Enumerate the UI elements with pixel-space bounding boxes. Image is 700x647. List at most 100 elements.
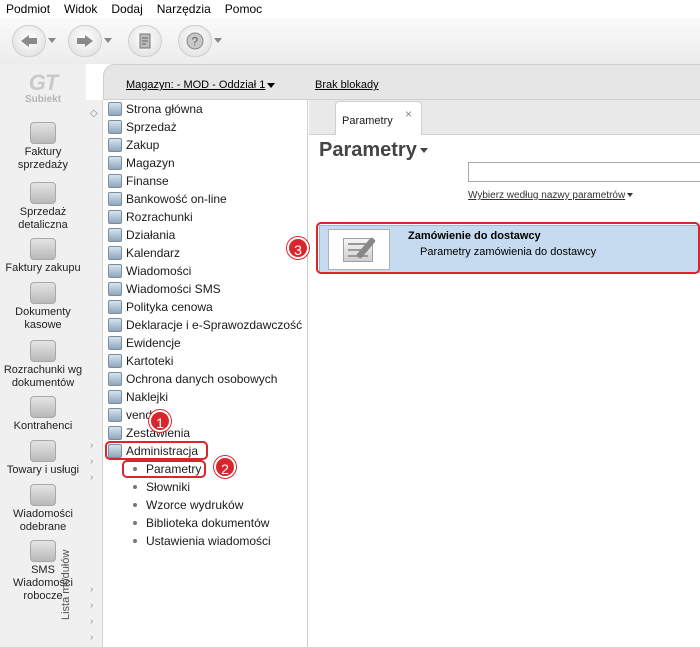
chevron-right-icon[interactable]: ›	[90, 472, 93, 483]
forward-button[interactable]	[68, 25, 102, 57]
back-button[interactable]	[12, 25, 46, 57]
bullet-icon	[133, 539, 137, 543]
nav-wiadomosci-sms[interactable]: Wiadomości SMS	[108, 280, 221, 298]
nav-deklaracje[interactable]: Deklaracje i e-Sprawozdawczość	[108, 316, 302, 334]
subnav-ustawienia-wiadomosci[interactable]: Ustawienia wiadomości	[133, 532, 271, 550]
menu-dodaj[interactable]: Dodaj	[104, 2, 149, 16]
subnav-biblioteka[interactable]: Biblioteka dokumentów	[133, 514, 269, 532]
app-label: Dokumenty kasowe	[15, 306, 71, 331]
lock-status-link[interactable]: Brak blokady	[315, 79, 379, 91]
chevron-right-icon[interactable]: ›	[90, 600, 93, 611]
purchase-icon	[30, 238, 56, 260]
app-faktury-zakupu[interactable]: Faktury zakupu	[0, 238, 86, 275]
chevron-right-icon[interactable]: ›	[90, 440, 93, 451]
messages-icon	[108, 264, 122, 278]
step-badge-3: 3	[287, 237, 309, 259]
highlight-zamowienie-row	[316, 222, 700, 274]
nav-ewidencje[interactable]: Ewidencje	[108, 334, 181, 352]
subnav-wzorce-wydrukow[interactable]: Wzorce wydruków	[133, 496, 243, 514]
inbox-icon	[30, 484, 56, 506]
app-sms-robocze[interactable]: SMS Wiadomości robocze	[0, 540, 86, 603]
home-icon	[108, 102, 122, 116]
menu-bar: Podmiot Widok Dodaj Narzędzia Pomoc	[0, 0, 700, 18]
declaration-icon	[108, 318, 122, 332]
app-kontrahenci[interactable]: Kontrahenci	[0, 396, 86, 433]
menu-podmiot[interactable]: Podmiot	[0, 2, 57, 16]
tasks-icon	[108, 228, 122, 242]
highlight-parametry	[122, 460, 206, 478]
app-wiadomosci-odebrane[interactable]: Wiadomości odebrane	[0, 484, 86, 534]
back-dropdown-icon[interactable]	[48, 38, 56, 43]
nav-magazyn[interactable]: Magazyn	[108, 154, 175, 172]
nav-bankowosc[interactable]: Bankowość on-line	[108, 190, 227, 208]
nav-ochrona-danych[interactable]: Ochrona danych osobowych	[108, 370, 277, 388]
chevron-down-icon	[627, 193, 634, 198]
notes-icon	[139, 33, 151, 49]
nav-sprzedaz[interactable]: Sprzedaż	[108, 118, 177, 136]
subnav-slowniki[interactable]: Słowniki	[133, 478, 190, 496]
app-label: Faktury sprzedaży	[17, 146, 69, 171]
forward-arrow-icon	[77, 35, 93, 47]
page-title[interactable]: Parametry	[319, 139, 428, 162]
goods-icon	[30, 440, 56, 462]
report-icon	[108, 426, 122, 440]
warehouse-bar: Magazyn: - MOD - Oddział 1 Brak blokady	[103, 64, 700, 100]
warehouse-selector[interactable]: Magazyn: - MOD - Oddział 1	[126, 79, 276, 91]
menu-widok[interactable]: Widok	[57, 2, 104, 16]
help-button[interactable]: ?	[178, 25, 212, 57]
shield-icon	[108, 372, 122, 386]
sms-icon	[30, 540, 56, 562]
bank-icon	[108, 192, 122, 206]
forward-dropdown-icon[interactable]	[104, 38, 112, 43]
nav-finanse[interactable]: Finanse	[108, 172, 169, 190]
nav-strona-glowna[interactable]: Strona główna	[108, 100, 203, 118]
app-label: SMS Wiadomości robocze	[13, 564, 73, 602]
parameter-search-input[interactable]	[468, 162, 700, 182]
nav-zakup[interactable]: Zakup	[108, 136, 159, 154]
menu-narzedzia[interactable]: Narzędzia	[150, 2, 218, 16]
app-label: Rozrachunki wg dokumentów	[3, 364, 83, 389]
help-dropdown-icon[interactable]	[214, 38, 222, 43]
bullet-icon	[133, 503, 137, 507]
app-rozrachunki[interactable]: Rozrachunki wg dokumentów	[0, 340, 86, 390]
menu-pomoc[interactable]: Pomoc	[218, 2, 269, 16]
step-badge-2: 2	[214, 456, 236, 478]
modules-strip[interactable]: ◇ › › › › › › › Lista modułów	[60, 100, 103, 647]
chevron-right-icon[interactable]: ›	[90, 584, 93, 595]
retail-icon	[30, 182, 56, 204]
app-label: Faktury zakupu	[5, 262, 81, 274]
nav-dzialania[interactable]: Działania	[108, 226, 175, 244]
settlement-icon	[108, 210, 122, 224]
chevron-right-icon[interactable]: ›	[90, 632, 93, 643]
app-towary-i-uslugi[interactable]: Towary i usługi	[0, 440, 86, 477]
pin-icon[interactable]: ◇	[90, 108, 98, 119]
invoice-icon	[30, 122, 56, 144]
highlight-administracja	[105, 441, 208, 460]
register-icon	[108, 336, 122, 350]
subiekt-logo: GT Subiekt	[24, 70, 62, 106]
app-dokumenty-kasowe[interactable]: Dokumenty kasowe	[0, 282, 86, 332]
notes-button[interactable]	[128, 25, 162, 57]
bullet-icon	[133, 521, 137, 525]
nav-rozrachunki[interactable]: Rozrachunki	[108, 208, 193, 226]
finance-icon	[108, 174, 122, 188]
warehouse-icon	[108, 156, 122, 170]
back-arrow-icon	[21, 35, 37, 47]
nav-kartoteki[interactable]: Kartoteki	[108, 352, 173, 370]
close-icon[interactable]: ×	[405, 107, 412, 121]
chevron-right-icon[interactable]: ›	[90, 616, 93, 627]
parameter-filter-dropdown[interactable]: Wybierz według nazwy parametrów	[468, 190, 634, 201]
calendar-icon	[108, 246, 122, 260]
tab-parametry[interactable]: Parametry ×	[335, 101, 422, 135]
nav-polityka-cenowa[interactable]: Polityka cenowa	[108, 298, 213, 316]
app-faktury-sprzedazy[interactable]: Faktury sprzedaży	[0, 122, 86, 172]
chevron-down-icon	[267, 82, 276, 88]
nav-kalendarz[interactable]: Kalendarz	[108, 244, 180, 262]
nav-wiadomosci[interactable]: Wiadomości	[108, 262, 191, 280]
app-sprzedaz-detaliczna[interactable]: Sprzedaż detaliczna	[0, 182, 86, 232]
chevron-right-icon[interactable]: ›	[90, 456, 93, 467]
app-sidebar: GT Subiekt Faktury sprzedaży Sprzedaż de…	[0, 64, 86, 647]
nav-naklejki[interactable]: Naklejki	[108, 388, 168, 406]
nav-zestawienia[interactable]: Zestawienia	[108, 424, 190, 442]
step-badge-1: 1	[149, 410, 171, 432]
